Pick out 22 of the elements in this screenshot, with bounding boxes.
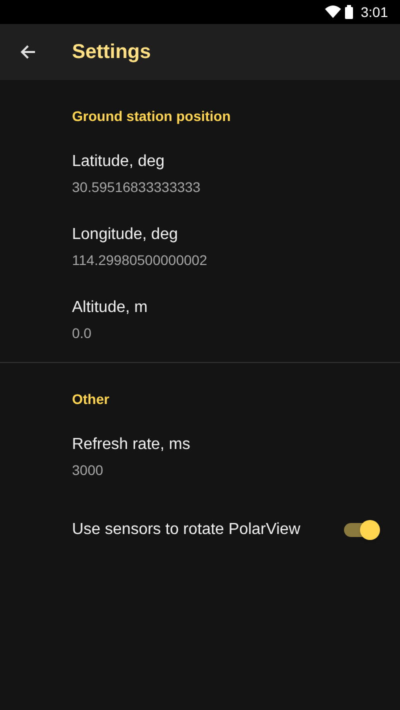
item-title: Refresh rate, ms: [72, 434, 190, 454]
battery-icon: [344, 5, 353, 19]
toggle-switch[interactable]: [344, 520, 380, 540]
settings-item[interactable]: Refresh rate, ms 3000: [0, 420, 400, 493]
screen-title: Settings: [72, 40, 151, 65]
item-title: Use sensors to rotate PolarView: [72, 520, 300, 540]
item-title: Latitude, deg: [72, 152, 166, 172]
section-header: Other: [72, 390, 110, 409]
settings-item[interactable]: Use sensors to rotate PolarView: [0, 493, 400, 566]
item-title: Altitude, m: [72, 298, 148, 318]
clock: 3:01: [360, 2, 388, 22]
item-value: 0.0: [72, 324, 92, 342]
back-arrow-icon: [20, 44, 36, 60]
settings-item[interactable]: Altitude, m 0.0: [0, 283, 400, 356]
item-title: Longitude, deg: [72, 224, 179, 244]
settings-item[interactable]: Longitude, deg 114.29980500000002: [0, 210, 400, 283]
item-value: 3000: [72, 460, 104, 480]
item-value: 114.29980500000002: [72, 250, 208, 270]
section-header: Ground station position: [72, 107, 231, 126]
wifi-icon: [324, 5, 341, 19]
item-value: 30.59516833333333: [72, 178, 200, 196]
settings-item[interactable]: Latitude, deg 30.59516833333333: [0, 137, 400, 210]
